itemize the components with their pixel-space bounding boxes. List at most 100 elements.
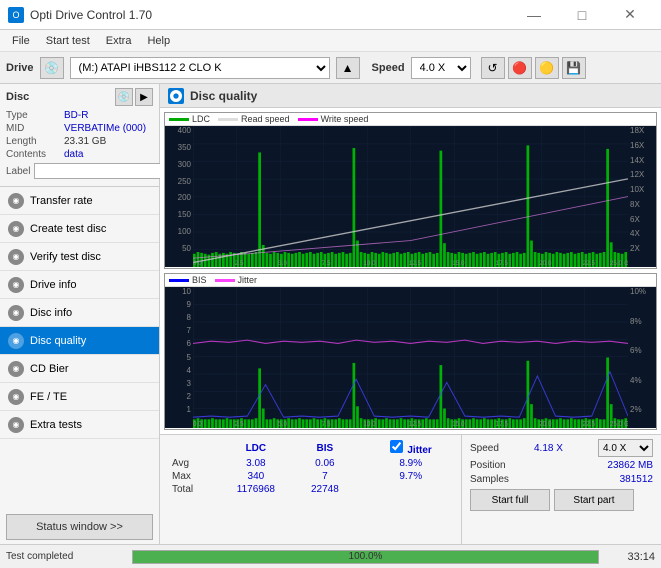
legend-jitter: Jitter — [215, 275, 258, 285]
legend-write-speed: Write speed — [298, 114, 369, 124]
disc-header-icons: 💿 ▶ — [115, 88, 153, 106]
avg-label: Avg — [168, 457, 217, 470]
total-bis: 22748 — [295, 483, 355, 496]
max-jitter: 9.7% — [368, 470, 453, 483]
disc-quality-icon — [168, 88, 184, 104]
progress-bar: 100.0% — [132, 550, 599, 564]
svg-text:22.5: 22.5 — [583, 420, 595, 428]
speed-icon2[interactable]: 🔴 — [508, 57, 532, 79]
stats-bar: LDC BIS Jitter Avg 3.08 — [160, 434, 661, 544]
menu-extra[interactable]: Extra — [98, 33, 140, 49]
chart1-legend: LDC Read speed Write speed — [165, 113, 656, 126]
disc-contents-row: Contents data — [6, 149, 153, 160]
jitter-checkbox[interactable] — [390, 440, 403, 453]
svg-text:25.0 GB: 25.0 GB — [610, 420, 628, 428]
speed-icon3[interactable]: 🟡 — [535, 57, 559, 79]
stats-right-panel: Speed 4.18 X 4.0 X Position 23862 MB Sam… — [461, 435, 661, 544]
samples-row: Samples 381512 — [470, 474, 653, 485]
chart1-plot: 0.0 2.5 5.0 7.5 10.0 12.5 15.0 17.5 20.0… — [165, 126, 656, 267]
app-title: Opti Drive Control 1.70 — [30, 8, 152, 22]
time-display: 33:14 — [605, 551, 655, 563]
col-jitter-check[interactable]: Jitter — [368, 439, 453, 457]
disc-type-label: Type — [6, 110, 64, 121]
nav-transfer-rate[interactable]: ◉ Transfer rate — [0, 187, 159, 215]
svg-text:2.5: 2.5 — [235, 420, 244, 428]
col-bis: BIS — [295, 439, 355, 457]
status-window-button[interactable]: Status window >> — [6, 514, 153, 540]
bis-color — [169, 279, 189, 282]
drive-eject-icon[interactable]: ▲ — [336, 57, 360, 79]
speed-stat-label: Speed — [470, 443, 499, 454]
speed-save-icon[interactable]: 💾 — [562, 57, 586, 79]
status-text: Test completed — [6, 551, 126, 562]
ldc-label: LDC — [192, 114, 210, 124]
disc-mid-label: MID — [6, 123, 64, 134]
max-ldc: 340 — [217, 470, 295, 483]
close-button[interactable]: ✕ — [607, 0, 653, 30]
svg-text:12.5: 12.5 — [409, 260, 422, 267]
disc-header: Disc 💿 ▶ — [6, 88, 153, 106]
drive-disc-icon: 💿 — [40, 57, 64, 79]
nav-disc-quality[interactable]: ◉ Disc quality — [0, 327, 159, 355]
drive-icons: 💿 — [40, 57, 64, 79]
nav-create-test-disc-label: Create test disc — [30, 223, 106, 235]
disc-label-input[interactable] — [34, 163, 172, 179]
chart2-svg: 0.0 2.5 5.0 7.5 10.0 12.5 15.0 17.5 20.0… — [193, 287, 628, 428]
speed-stat-value: 4.18 X — [534, 443, 563, 454]
minimize-button[interactable]: — — [511, 0, 557, 30]
speed-select[interactable]: 4.0 X — [411, 57, 471, 79]
speed-stat-select[interactable]: 4.0 X — [598, 439, 653, 457]
chart2-plot: 0.0 2.5 5.0 7.5 10.0 12.5 15.0 17.5 20.0… — [165, 287, 656, 428]
max-label: Max — [168, 470, 217, 483]
main-area: Disc 💿 ▶ Type BD-R MID VERBATIMe (000) L… — [0, 84, 661, 544]
app-icon: O — [8, 7, 24, 23]
total-label: Total — [168, 483, 217, 496]
nav-disc-info-icon: ◉ — [8, 305, 24, 321]
menu-start-test[interactable]: Start test — [38, 33, 98, 49]
drivebar: Drive 💿 (M:) ATAPI iHBS112 2 CLO K ▲ Spe… — [0, 52, 661, 84]
svg-text:7.5: 7.5 — [322, 420, 331, 428]
maximize-button[interactable]: □ — [559, 0, 605, 30]
action-buttons: Start full Start part — [470, 489, 653, 511]
svg-text:0.0: 0.0 — [193, 260, 202, 267]
nav-cd-bier[interactable]: ◉ CD Bier — [0, 355, 159, 383]
nav-disc-info[interactable]: ◉ Disc info — [0, 299, 159, 327]
nav-cd-bier-icon: ◉ — [8, 361, 24, 377]
start-full-button[interactable]: Start full — [470, 489, 550, 511]
legend-read-speed: Read speed — [218, 114, 290, 124]
menu-file[interactable]: File — [4, 33, 38, 49]
nav-verify-test-disc[interactable]: ◉ Verify test disc — [0, 243, 159, 271]
nav-extra-tests[interactable]: ◉ Extra tests — [0, 411, 159, 439]
legend-bis: BIS — [169, 275, 207, 285]
disc-title: Disc — [6, 91, 29, 103]
nav-fe-te-label: FE / TE — [30, 391, 67, 403]
svg-text:17.5: 17.5 — [496, 260, 509, 267]
nav-create-test-disc[interactable]: ◉ Create test disc — [0, 215, 159, 243]
nav-items: ◉ Transfer rate ◉ Create test disc ◉ Ver… — [0, 187, 159, 510]
svg-text:12.5: 12.5 — [409, 420, 421, 428]
drive-select[interactable]: (M:) ATAPI iHBS112 2 CLO K — [70, 57, 330, 79]
disc-quality-title: Disc quality — [190, 89, 257, 103]
speed-refresh-icon[interactable]: ↺ — [481, 57, 505, 79]
legend-ldc: LDC — [169, 114, 210, 124]
content-area: Disc quality LDC Read speed — [160, 84, 661, 544]
nav-fe-te[interactable]: ◉ FE / TE — [0, 383, 159, 411]
svg-text:10.0: 10.0 — [363, 420, 375, 428]
svg-text:5.0: 5.0 — [278, 260, 287, 267]
disc-icon1[interactable]: 💿 — [115, 88, 133, 106]
start-part-button[interactable]: Start part — [554, 489, 634, 511]
speed-row: Speed 4.18 X 4.0 X — [470, 439, 653, 457]
menu-help[interactable]: Help — [139, 33, 178, 49]
nav-drive-info[interactable]: ◉ Drive info — [0, 271, 159, 299]
nav-disc-info-label: Disc info — [30, 307, 72, 319]
svg-text:0.0: 0.0 — [193, 420, 202, 428]
disc-panel: Disc 💿 ▶ Type BD-R MID VERBATIMe (000) L… — [0, 84, 159, 187]
svg-text:15.0: 15.0 — [452, 260, 465, 267]
total-ldc: 1176968 — [217, 483, 295, 496]
disc-icon2[interactable]: ▶ — [135, 88, 153, 106]
disc-length-row: Length 23.31 GB — [6, 136, 153, 147]
disc-quality-header: Disc quality — [160, 84, 661, 108]
total-jitter — [368, 483, 453, 496]
svg-text:15.0: 15.0 — [452, 420, 464, 428]
nav-transfer-rate-label: Transfer rate — [30, 195, 93, 207]
